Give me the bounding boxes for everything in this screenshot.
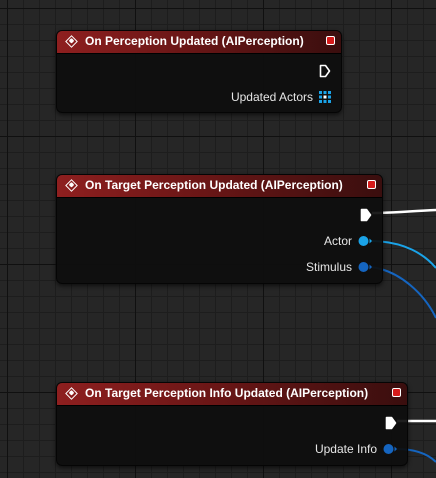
event-node-on-target-perception-info-updated[interactable]: On Target Perception Info Updated (AIPer… (56, 382, 408, 466)
exec-output-pin-row[interactable] (319, 63, 331, 79)
pin-row-stimulus[interactable]: Stimulus (306, 259, 372, 275)
exec-pin-icon[interactable] (319, 64, 331, 78)
event-diamond-icon (65, 35, 78, 48)
blueprint-graph-canvas[interactable]: On Perception Updated (AIPerception) Upd… (0, 0, 436, 478)
exec-pin-icon[interactable] (385, 416, 397, 430)
exec-pin-icon[interactable] (360, 208, 372, 222)
pin-row-actor[interactable]: Actor (324, 233, 372, 249)
delegate-square-icon[interactable] (392, 388, 401, 397)
event-diamond-icon (65, 387, 78, 400)
object-pin-icon[interactable] (358, 235, 372, 247)
pin-row-updated-actors[interactable]: Updated Actors (231, 89, 331, 105)
array-grid-pin-icon[interactable] (319, 91, 331, 103)
node-title: On Target Perception Info Updated (AIPer… (85, 386, 369, 400)
pin-label: Actor (323, 234, 352, 248)
pin-label: Stimulus (305, 260, 352, 274)
node-header[interactable]: On Target Perception Updated (AIPercepti… (57, 175, 382, 198)
pin-label: Update Info (314, 442, 377, 456)
node-title: On Target Perception Updated (AIPercepti… (85, 178, 343, 192)
node-title: On Perception Updated (AIPerception) (85, 34, 304, 48)
struct-pin-icon[interactable] (383, 443, 397, 455)
node-header[interactable]: On Perception Updated (AIPerception) (57, 31, 341, 54)
struct-pin-icon[interactable] (358, 261, 372, 273)
node-header[interactable]: On Target Perception Info Updated (AIPer… (57, 383, 407, 406)
pin-label: Updated Actors (230, 90, 313, 104)
delegate-square-icon[interactable] (367, 180, 376, 189)
event-diamond-icon (65, 179, 78, 192)
event-node-on-perception-updated[interactable]: On Perception Updated (AIPerception) Upd… (56, 30, 342, 113)
exec-output-pin-row[interactable] (385, 415, 397, 431)
event-node-on-target-perception-updated[interactable]: On Target Perception Updated (AIPercepti… (56, 174, 383, 284)
exec-output-pin-row[interactable] (360, 207, 372, 223)
pin-row-update-info[interactable]: Update Info (315, 441, 397, 457)
delegate-square-icon[interactable] (326, 36, 335, 45)
